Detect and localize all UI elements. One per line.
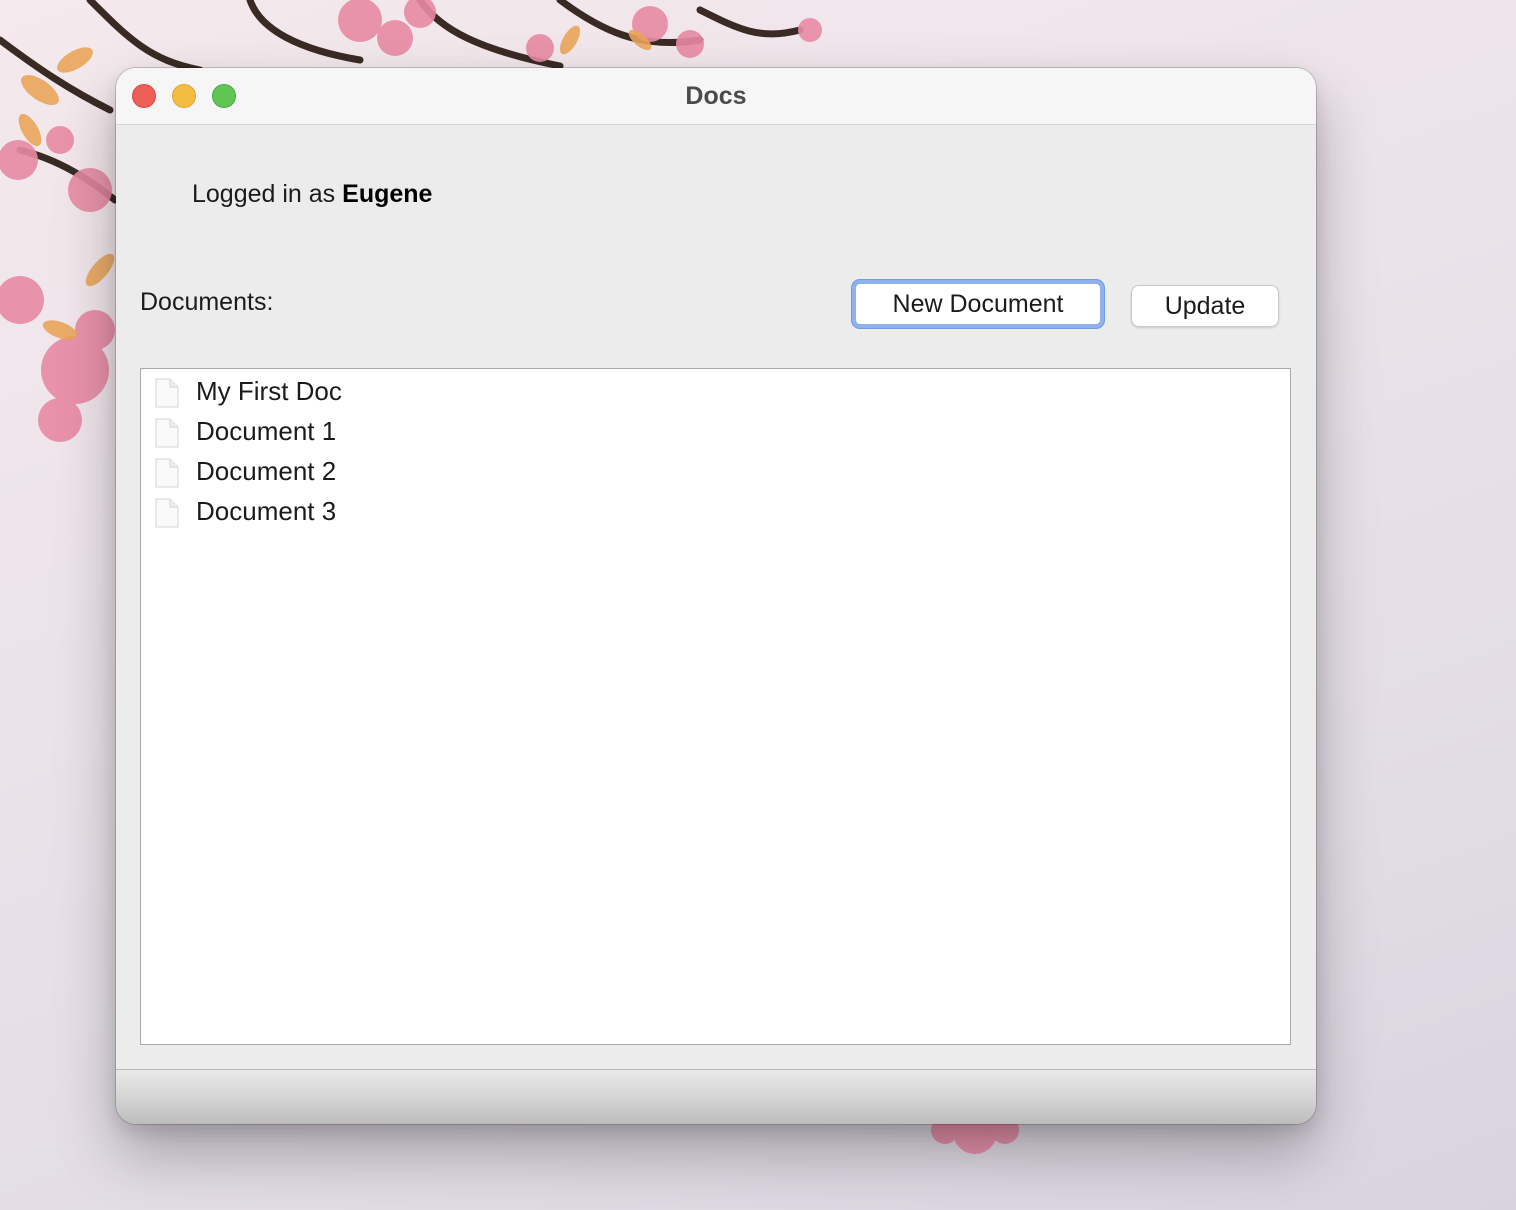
update-button[interactable]: Update [1131,285,1279,327]
list-item[interactable]: Document 1 [155,412,755,452]
logged-in-prefix: Logged in as [192,180,336,208]
bottom-bar [116,1070,1316,1124]
documents-list[interactable]: My First Doc Document 1 Document 2 Docum… [140,368,1291,1045]
document-name: Document 2 [196,456,337,486]
new-document-button[interactable]: New Document [852,280,1104,328]
window-title: Docs [685,82,747,110]
list-item[interactable]: Document 2 [155,452,755,492]
list-item[interactable]: My First Doc [155,372,755,412]
document-icon [155,458,179,488]
document-icon [155,418,179,448]
document-name: My First Doc [196,376,342,406]
document-name: Document 1 [196,416,337,446]
documents-label: Documents: [140,288,274,316]
document-name: Document 3 [196,496,337,526]
username: Eugene [342,180,433,208]
list-item[interactable]: Document 3 [155,492,755,532]
document-icon [155,498,179,528]
document-icon [155,378,179,408]
docs-window: Docs Logged in as Eugene Documents: New … [116,68,1316,1124]
logged-in-status: Logged in as Eugene [192,180,432,209]
title-bar[interactable]: Docs [116,68,1316,125]
